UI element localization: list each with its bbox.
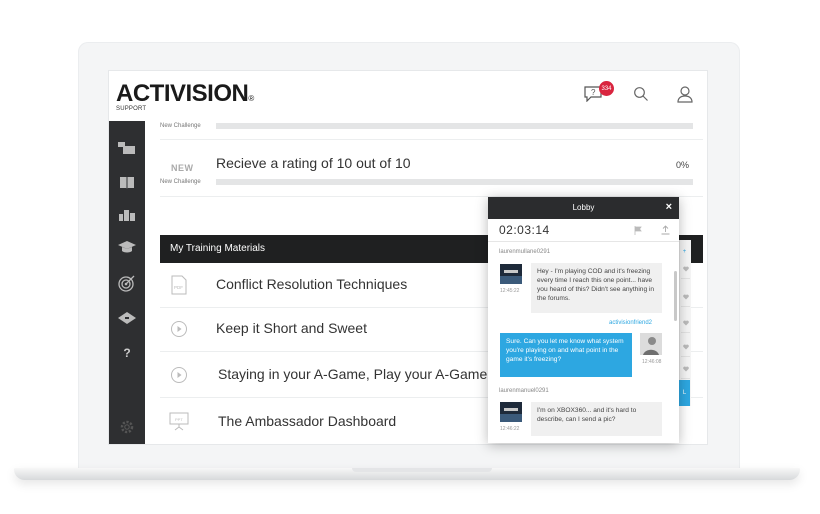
upload-icon[interactable] bbox=[658, 223, 672, 237]
svg-text:?: ? bbox=[591, 88, 596, 97]
svg-text:PPT: PPT bbox=[175, 417, 183, 422]
logo-text: ACTIVISION bbox=[116, 80, 249, 107]
target-icon[interactable] bbox=[117, 273, 137, 293]
heart-icon[interactable] bbox=[681, 288, 690, 307]
message-time: 12:46:22 bbox=[500, 426, 520, 432]
diploma-icon[interactable] bbox=[117, 309, 137, 329]
help-icon[interactable]: ? bbox=[117, 343, 137, 363]
app-header: ACTIVISION® SUPPORT ? 334 bbox=[109, 71, 707, 122]
presentation-icon: PPT bbox=[168, 411, 190, 431]
challenge-progress-bar bbox=[216, 123, 693, 129]
challenge-label: New Challenge bbox=[160, 123, 201, 129]
chat-scrollbar[interactable] bbox=[674, 271, 677, 321]
heart-icon[interactable] bbox=[681, 338, 690, 357]
heart-icon[interactable] bbox=[681, 360, 690, 379]
new-tag: NEW bbox=[171, 163, 194, 173]
message-time: 12:45:22 bbox=[500, 288, 520, 294]
chat-header[interactable]: Lobby × bbox=[488, 197, 679, 219]
stats-bars-icon[interactable] bbox=[117, 205, 137, 225]
peek-blue-tab[interactable]: L bbox=[679, 380, 690, 406]
challenge-label: New Challenge bbox=[160, 179, 201, 185]
play-video-icon bbox=[168, 319, 190, 339]
svg-text:PDF: PDF bbox=[174, 285, 183, 290]
training-item-title: Conflict Resolution Techniques bbox=[216, 276, 408, 292]
chat-window: Lobby × 02:03:14 laurenmullane0291 12:45… bbox=[488, 197, 679, 443]
laptop-notch bbox=[352, 468, 492, 472]
chat-username: laurenmullane0291 bbox=[499, 249, 551, 255]
heart-icon[interactable] bbox=[681, 314, 690, 333]
chat-username: laurenmanuel0291 bbox=[499, 388, 549, 394]
chat-title: Lobby bbox=[572, 203, 595, 212]
activision-logo[interactable]: ACTIVISION® bbox=[116, 80, 254, 108]
training-item-title: Staying in your A-Game, Play your A-Game bbox=[218, 366, 488, 382]
settings-gear-icon[interactable] bbox=[117, 417, 137, 437]
training-item-title: The Ambassador Dashboard bbox=[218, 413, 397, 429]
flag-icon[interactable] bbox=[631, 223, 645, 237]
training-item-title: Keep it Short and Sweet bbox=[216, 320, 367, 336]
pdf-file-icon: PDF bbox=[168, 275, 190, 295]
avatar bbox=[500, 264, 522, 284]
peek-add-glyph[interactable]: + bbox=[679, 246, 690, 258]
notification-badge: 334 bbox=[599, 81, 614, 96]
book-icon[interactable] bbox=[117, 173, 137, 193]
chat-message-incoming: Hey - I'm playing COD and it's freezing … bbox=[531, 263, 662, 313]
section-title: My Training Materials bbox=[170, 243, 266, 254]
graduation-cap-icon[interactable] bbox=[117, 237, 137, 257]
chat-username: activisionfriend2 bbox=[609, 320, 653, 326]
heart-icon[interactable] bbox=[681, 260, 690, 279]
search-icon[interactable] bbox=[630, 83, 652, 105]
divider bbox=[160, 139, 703, 140]
avatar bbox=[500, 402, 522, 422]
logo-subtitle: SUPPORT bbox=[116, 106, 147, 112]
laptop-base bbox=[14, 468, 800, 480]
chat-message-incoming: I'm on XBOX360... and it's hard to descr… bbox=[531, 402, 662, 436]
logo-registered-mark: ® bbox=[248, 94, 254, 103]
message-time: 12:46:08 bbox=[642, 359, 662, 365]
user-icon[interactable] bbox=[674, 83, 696, 105]
challenge-percent: 0% bbox=[676, 160, 690, 170]
challenge-title[interactable]: Recieve a rating of 10 out of 10 bbox=[216, 155, 411, 171]
chat-divider bbox=[488, 241, 679, 242]
chat-bubbles-icon[interactable] bbox=[117, 139, 137, 159]
chat-message-outgoing: Sure. Can you let me know what system yo… bbox=[500, 333, 632, 377]
challenge-progress-bar bbox=[216, 179, 693, 185]
play-video-icon bbox=[168, 365, 190, 385]
avatar bbox=[640, 333, 662, 355]
sidebar: ? bbox=[109, 121, 145, 444]
close-icon[interactable]: × bbox=[666, 201, 672, 213]
chat-timer: 02:03:14 bbox=[499, 223, 550, 237]
